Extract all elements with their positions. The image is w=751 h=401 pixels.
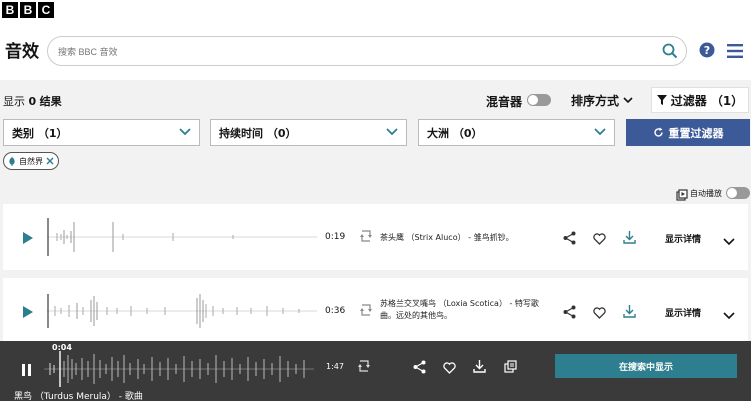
duration-dropdown-label: 持续时间 （0） [219, 126, 297, 140]
results-count: 显示 0 结果 [3, 93, 62, 109]
download-icon[interactable] [623, 229, 636, 248]
autoplay-label: 自动播放 [690, 189, 722, 198]
chevron-down-icon [386, 128, 398, 136]
results-suffix: 结果 [39, 95, 62, 108]
show-details-button[interactable]: 显示详情 [665, 306, 701, 319]
menu-icon[interactable] [727, 43, 743, 62]
sort-label: 排序方式 [571, 94, 620, 108]
funnel-icon [656, 95, 667, 105]
sound-row: 0:19 茶头鹰 （Strix Aluco） - 雏鸟抓钞。 显示详情 [3, 204, 748, 270]
mixer-label: 混音器 [486, 95, 523, 109]
search-box[interactable] [47, 36, 687, 66]
leaf-icon [9, 156, 15, 166]
mixer-toggle[interactable] [527, 94, 551, 106]
show-in-search-button[interactable]: 在搜索中显示 [555, 354, 737, 378]
show-details-button[interactable]: 显示详情 [665, 232, 701, 245]
search-icon[interactable] [662, 43, 678, 63]
sound-row: 0:36 苏格兰交叉嘴鸟 （Loxia Scotica） - 特写歌曲。远处的其… [3, 278, 748, 344]
share-icon[interactable] [413, 359, 426, 378]
bbc-logo-letter-3: C [38, 2, 54, 18]
download-icon[interactable] [623, 303, 636, 322]
continent-dropdown-label: 大洲 （0） [427, 126, 483, 140]
pause-icon[interactable] [22, 361, 32, 380]
player-waveform[interactable] [44, 349, 314, 389]
results-number: 0 [28, 95, 37, 108]
remaster-icon[interactable] [359, 228, 373, 247]
chevron-down-icon[interactable] [723, 231, 735, 250]
now-playing-title: 黑鸟 （Turdus Merula） - 歌曲 [14, 392, 143, 401]
category-dropdown[interactable]: 类别 （1） [3, 119, 200, 146]
page-title: 音效 [5, 42, 39, 62]
sort-button[interactable]: 排序方式 [571, 92, 633, 109]
playlist-icon [676, 186, 688, 205]
bbc-logo-letter-2: B [20, 2, 36, 18]
header: 音效 ? [0, 22, 751, 80]
duration-dropdown[interactable]: 持续时间 （0） [210, 119, 407, 146]
chevron-down-icon [623, 97, 633, 104]
sound-description: 茶头鹰 （Strix Aluco） - 雏鸟抓钞。 [380, 233, 514, 242]
audio-player: 0:04 1:47 在搜索中显示 黑鸟 （Turdus Merula） - 歌曲 [0, 341, 751, 401]
bbc-logo-letter-1: B [2, 2, 18, 18]
heart-icon[interactable] [593, 230, 606, 249]
search-input[interactable] [58, 42, 648, 62]
refresh-icon [653, 127, 663, 137]
remaster-icon[interactable] [359, 302, 373, 321]
share-icon[interactable] [563, 230, 576, 249]
play-icon[interactable] [22, 304, 34, 323]
sound-duration: 0:36 [325, 306, 346, 316]
chevron-down-icon [179, 128, 191, 136]
results-prefix: 显示 [3, 95, 25, 108]
heart-icon[interactable] [443, 359, 456, 378]
svg-text:?: ? [704, 44, 710, 57]
sound-duration: 0:19 [325, 232, 346, 242]
reset-filters-button[interactable]: 重置过滤器 [626, 119, 750, 146]
help-icon[interactable]: ? [699, 42, 715, 62]
category-dropdown-label: 类别 （1） [12, 126, 68, 140]
chevron-down-icon[interactable] [723, 305, 735, 324]
autoplay-toggle[interactable] [726, 187, 750, 199]
play-icon[interactable] [22, 230, 34, 249]
player-duration: 1:47 [326, 362, 344, 371]
bbc-top-bar: B B C [0, 0, 751, 22]
bbc-logo[interactable]: B B C [2, 2, 54, 18]
filter-label: 过滤器 （1） [670, 93, 744, 108]
sound-description: 苏格兰交叉嘴鸟 （Loxia Scotica） - 特写歌曲。远处的其他鸟。 [380, 299, 539, 320]
filter-button[interactable]: 过滤器 （1） [651, 87, 749, 113]
waveform[interactable] [47, 288, 317, 334]
chevron-down-icon [594, 128, 606, 136]
waveform[interactable] [47, 214, 317, 260]
share-icon[interactable] [563, 304, 576, 323]
playlist-icon[interactable] [504, 358, 517, 377]
continent-dropdown[interactable]: 大洲 （0） [418, 119, 615, 146]
remaster-icon[interactable] [357, 358, 371, 377]
chip-label: 自然界 [19, 156, 43, 166]
download-icon[interactable] [473, 358, 486, 377]
active-filter-chip[interactable]: 自然界 [3, 152, 59, 170]
heart-icon[interactable] [593, 304, 606, 323]
reset-filters-label: 重置过滤器 [668, 126, 724, 140]
close-icon[interactable] [46, 157, 54, 165]
